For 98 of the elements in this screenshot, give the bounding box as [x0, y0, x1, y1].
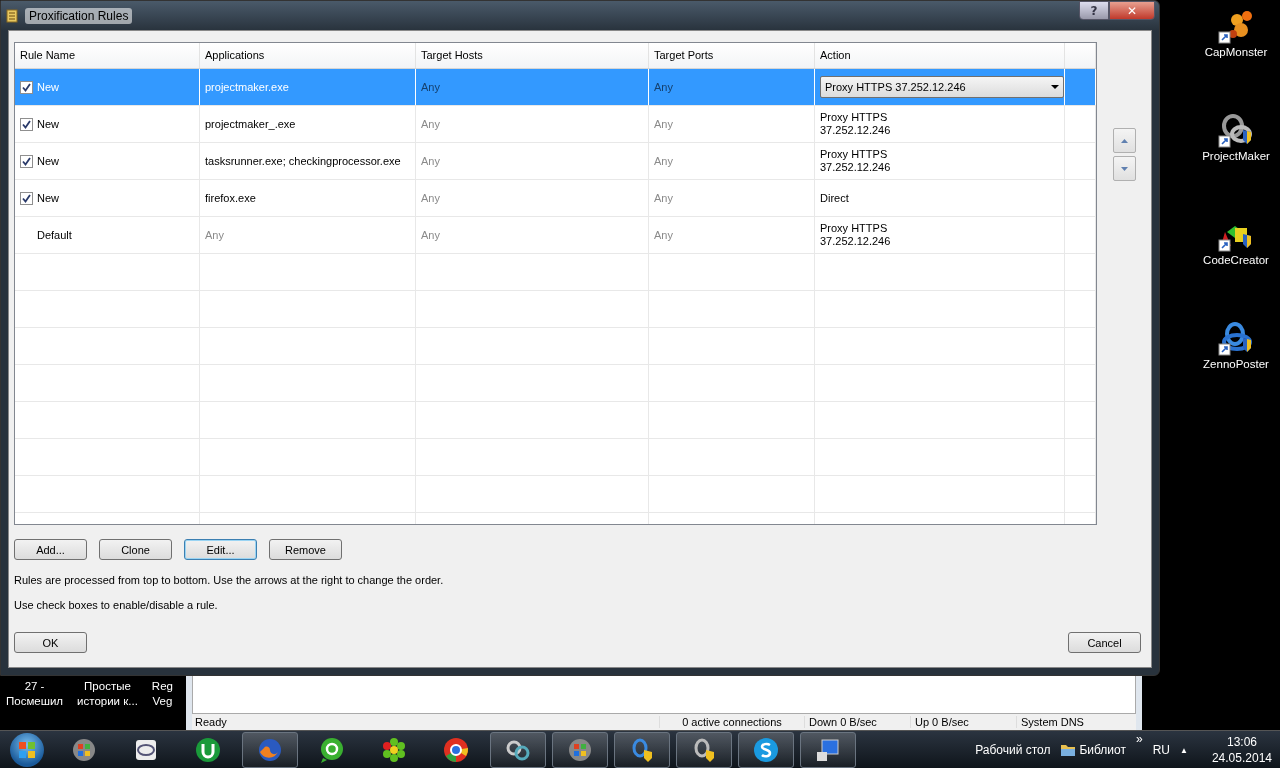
check-icon: [22, 156, 31, 166]
checkbox[interactable]: [20, 191, 33, 205]
table-cell: Proxy HTTPS 37.252.12.246: [815, 106, 1065, 142]
language-indicator[interactable]: RU: [1152, 743, 1170, 757]
up-arrow-icon: [1121, 138, 1128, 143]
torrent-icon: [194, 736, 222, 764]
table-cell: tasksrunner.exe; checkingprocessor.exe: [200, 143, 416, 179]
video-title[interactable]: 27 - Посмешил: [6, 679, 64, 731]
table-cell: Any: [416, 217, 649, 253]
shortcut-star-burst-icon[interactable]: [1217, 8, 1255, 44]
rule-action-button[interactable]: Edit...: [184, 539, 257, 560]
flower-icon: [380, 736, 408, 764]
taskbar-button[interactable]: [676, 732, 732, 768]
windows-logo-icon: [70, 736, 98, 764]
window-app-icon: [5, 8, 19, 23]
clock-time[interactable]: 13:06: [1226, 734, 1257, 750]
toolbar-label[interactable]: Библиот: [1079, 743, 1126, 757]
table-cell: Any: [649, 143, 815, 179]
check-icon: [22, 193, 31, 203]
table-row[interactable]: Default Any Any Any Proxy HTTPS 37.252.12.246: [15, 217, 1096, 254]
table-cell: Default: [37, 228, 72, 242]
desktop-icon-label[interactable]: CodeCreator: [1203, 254, 1269, 266]
rule-action-button[interactable]: Add...: [14, 539, 87, 560]
column-header[interactable]: Rule Name: [15, 43, 200, 68]
clock-date[interactable]: 24.05.2014: [1211, 750, 1272, 766]
table-cell: Any: [649, 180, 815, 216]
shortcut-rings-shield-icon[interactable]: [1217, 320, 1255, 356]
checkbox[interactable]: [20, 80, 33, 94]
column-header[interactable]: Target Ports: [649, 43, 815, 68]
table-row[interactable]: New tasksrunner.exe; checkingprocessor.exe Any Any Proxy HTTPS 37.252.12.246: [15, 143, 1096, 180]
column-header[interactable]: Target Hosts: [416, 43, 649, 68]
taskbar-button[interactable]: [552, 732, 608, 768]
hint-text: Use check boxes to enable/disable a rule.: [14, 599, 219, 611]
status-text: Up 0 B/sec: [910, 716, 1016, 728]
caret-icon: [1051, 84, 1059, 90]
table-row[interactable]: New projectmaker_.exe Any Any Proxy HTTPS 37.252.12.246: [15, 106, 1096, 143]
table-cell: Proxy HTTPS 37.252.12.246: [815, 217, 1065, 253]
table-cell: Proxy HTTPS 37.252.12.246: [815, 143, 1065, 179]
table-cell: Any: [649, 69, 815, 105]
status-text: Ready: [194, 716, 228, 728]
speech-circle-icon: [752, 736, 780, 764]
table-cell: New: [37, 80, 59, 94]
ok-button[interactable]: OK: [14, 632, 87, 653]
help-button[interactable]: ?: [1079, 1, 1109, 20]
table-cell: projectmaker.exe: [200, 69, 416, 105]
status-text: 0 active connections: [659, 716, 804, 728]
table-cell: New: [37, 117, 59, 131]
table-cell: Any: [416, 143, 649, 179]
checkbox[interactable]: [20, 117, 33, 131]
check-icon: [22, 119, 31, 129]
table-cell: Any: [416, 180, 649, 216]
toolbar-label[interactable]: Рабочий стол: [975, 743, 1051, 757]
table-cell: New: [37, 191, 59, 205]
table-cell: Any: [416, 106, 649, 142]
column-header[interactable]: Action: [815, 43, 1065, 68]
table-cell: New: [37, 154, 59, 168]
table-cell: Any: [416, 69, 649, 105]
video-title[interactable]: Простые истории к...: [77, 679, 138, 731]
cancel-button[interactable]: Cancel: [1068, 632, 1141, 653]
toolbar-overflow-button[interactable]: »: [1136, 732, 1143, 746]
rule-action-button[interactable]: Clone: [99, 539, 172, 560]
rule-action-button[interactable]: Remove: [269, 539, 342, 560]
table-cell: firefox.exe: [200, 180, 416, 216]
action-dropdown[interactable]: Proxy HTTPS 37.252.12.246: [820, 76, 1064, 98]
table-cell: Direct: [815, 180, 1065, 216]
windows-logo-icon: [566, 736, 594, 764]
down-arrow-icon: [1121, 166, 1128, 171]
check-icon: [22, 82, 31, 92]
taskbar-button[interactable]: [738, 732, 794, 768]
speech-bubble-icon: [318, 736, 346, 764]
chrome-circle-icon: [442, 736, 470, 764]
taskbar-button[interactable]: [614, 732, 670, 768]
table-cell: projectmaker_.exe: [200, 106, 416, 142]
desktop-icon-label[interactable]: CapMonster: [1204, 46, 1268, 58]
status-text: System DNS: [1016, 716, 1136, 728]
tray-expand-button[interactable]: ▲: [1180, 745, 1188, 755]
window-title: Proxification Rules: [25, 7, 133, 24]
hint-text: Rules are processed from top to bottom. Use the arrows at the right to change the order.: [14, 574, 445, 586]
status-text: Down 0 B/sec: [804, 716, 910, 728]
taskbar-button[interactable]: [800, 732, 856, 768]
folder-icon: [1060, 743, 1077, 757]
table-cell: Any: [200, 217, 416, 253]
desktop-icon-label[interactable]: ProjectMaker: [1202, 150, 1270, 162]
globe-icon: [256, 736, 284, 764]
monitor-icon: [814, 736, 842, 764]
close-button[interactable]: ✕: [1109, 1, 1155, 20]
video-title[interactable]: Reg Veg: [151, 679, 173, 731]
taskbar-button[interactable]: [490, 732, 546, 768]
taskbar-button[interactable]: [242, 732, 298, 768]
column-header[interactable]: Applications: [200, 43, 416, 68]
desktop-icon-label[interactable]: ZennoPoster: [1203, 358, 1269, 370]
table-row[interactable]: New projectmaker.exe Any Any Proxy HTTPS 37.252.12.246: [15, 69, 1096, 106]
table-cell: Any: [649, 106, 815, 142]
windows-logo-icon: [18, 741, 36, 759]
table-row[interactable]: New firefox.exe Any Any Direct: [15, 180, 1096, 217]
checkbox[interactable]: [20, 154, 33, 168]
table-cell: Any: [649, 217, 815, 253]
shortcut-rings-shield-icon[interactable]: [1217, 112, 1255, 148]
